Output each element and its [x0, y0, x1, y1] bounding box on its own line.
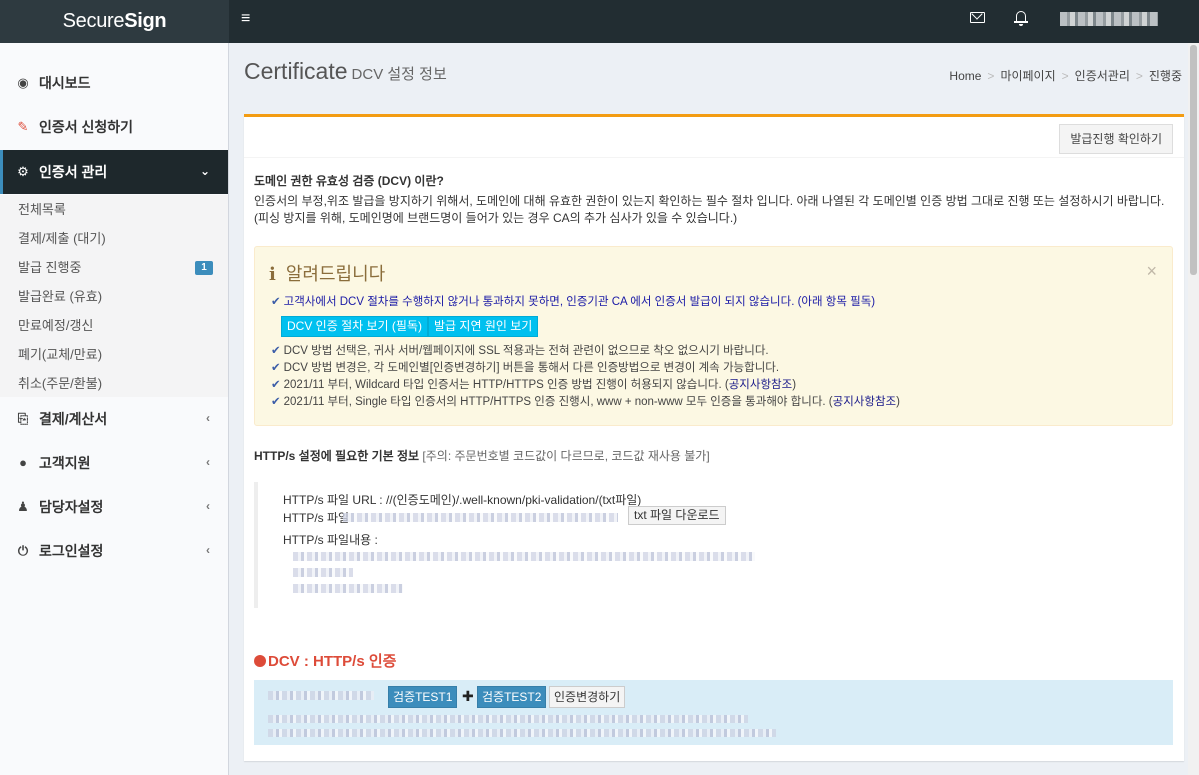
info-icon: i: [269, 264, 276, 285]
submenu-item-all[interactable]: 전체목록: [18, 202, 66, 218]
domain-dcv-row: 검증TEST1 ✚ 검증TEST2 인증변경하기: [254, 680, 1173, 745]
plus-icon: ✚: [462, 688, 474, 704]
sidebar-item-contacts[interactable]: ♟ 담당자설정 ‹: [0, 485, 228, 529]
check-icon: ✔: [271, 296, 281, 308]
scrollbar[interactable]: [1188, 43, 1199, 775]
file-name-label: HTTP/s 파일: [283, 511, 350, 525]
divider: [244, 157, 1184, 158]
sidebar-item-label: 인증서 관리: [39, 164, 108, 180]
breadcrumb-current: 진행중: [1148, 69, 1182, 83]
chevron-left-icon: ‹: [206, 411, 210, 425]
submenu-item-expiring[interactable]: 만료예정/갱신: [18, 318, 93, 334]
txt-download-button[interactable]: txt 파일 다운로드: [628, 506, 726, 525]
alert-line: ✔ DCV 방법 선택은, 귀사 서버/웹페이지에 SSL 적용과는 전혀 관련이…: [271, 345, 769, 357]
page-subtitle: DCV 설정 정보: [351, 66, 447, 83]
redacted-info: [268, 729, 776, 737]
sidebar-item-support[interactable]: ● 고객지원 ‹: [0, 441, 228, 485]
sidebar-item-label: 로그인설정: [39, 543, 104, 559]
globe-icon: [254, 655, 266, 667]
confirm-issuance-button[interactable]: 발급진행 확인하기: [1059, 124, 1173, 154]
breadcrumb-cert-management[interactable]: 인증서관리: [1075, 69, 1130, 83]
sidebar-submenu: 전체목록 결제/제출 (대기) 발급 진행중 1 발급완료 (유효) 만료예정/…: [0, 195, 228, 397]
chevron-left-icon: ‹: [206, 543, 210, 557]
sidebar-item-label: 결제/계산서: [39, 411, 108, 427]
comments-icon: ●: [19, 455, 27, 470]
submenu-item-revoked[interactable]: 폐기(교체/만료): [18, 347, 102, 363]
submenu-item-issuing[interactable]: 발급 진행중: [18, 260, 81, 276]
content-box: 발급진행 확인하기 도메인 권한 유효성 검증 (DCV) 이란? 인증서의 부…: [244, 114, 1184, 761]
menu-toggle-icon[interactable]: ≡: [241, 10, 250, 28]
sidebar-item-label: 인증서 신청하기: [39, 119, 134, 135]
breadcrumb-home[interactable]: Home: [949, 69, 981, 83]
alert-line: ✔ 고객사에서 DCV 절차를 수행하지 않거나 통과하지 못하면, 인증기관 C…: [271, 296, 876, 308]
scrollbar-thumb[interactable]: [1190, 45, 1197, 275]
sidebar-item-apply-certificate[interactable]: ✎ 인증서 신청하기: [0, 105, 228, 149]
alert-line: ✔ 2021/11 부터, Wildcard 타입 인증서는 HTTP/HTTPS…: [271, 379, 797, 391]
delay-reason-button[interactable]: 발급 지연 원인 보기: [428, 316, 539, 337]
http-info-title: HTTP/s 설정에 필요한 기본 정보 [주의: 주문번호별 코드값이 다르므…: [254, 449, 710, 463]
power-icon: ⏻: [17, 543, 29, 558]
redacted-domain: [268, 691, 374, 700]
http-info-block: HTTP/s 파일 URL : //(인증도메인)/.well-known/pk…: [254, 482, 1173, 608]
check-icon: ✔: [271, 362, 281, 374]
notice-link[interactable]: 공지사항참조: [729, 379, 792, 391]
dcv-heading: 도메인 권한 유효성 검증 (DCV) 이란?: [254, 174, 444, 188]
users-icon: ♟: [17, 499, 29, 514]
alert-line: ✔ 2021/11 부터, Single 타입 인증서의 HTTP/HTTPS 인…: [271, 396, 900, 408]
chevron-left-icon: ‹: [206, 455, 210, 469]
submenu-item-issued[interactable]: 발급완료 (유효): [18, 289, 102, 305]
dcv-method-title: DCV : HTTP/s 인증: [254, 650, 396, 671]
top-navbar: SecureSign ≡: [0, 0, 1199, 43]
sidebar-item-dashboard[interactable]: ◉ 대시보드: [0, 61, 228, 105]
submenu-item-payment-pending[interactable]: 결제/제출 (대기): [18, 231, 106, 247]
verify-test1-button[interactable]: 검증TEST1: [388, 686, 458, 708]
breadcrumb: Home > 마이페이지 > 인증서관리 > 진행중: [949, 69, 1182, 83]
redacted-file-name: [343, 513, 618, 522]
page-title: Certificate DCV 설정 정보: [244, 58, 447, 84]
check-icon: ✔: [271, 379, 281, 391]
alert-line: ✔ DCV 방법 변경은, 각 도메인별[인증변경하기] 버튼을 통해서 다른 인…: [271, 362, 780, 374]
close-icon[interactable]: ×: [1146, 261, 1157, 282]
file-content-label: HTTP/s 파일내용 :: [283, 533, 378, 547]
sidebar: ◉ 대시보드 ✎ 인증서 신청하기 ⚙ 인증서 관리 ⌄ 전체목록 결제/제출 …: [0, 43, 229, 775]
sidebar-item-billing[interactable]: ⎘ 결제/계산서 ‹: [0, 397, 228, 441]
dcv-procedure-button[interactable]: DCV 인증 절차 보기 (필독): [281, 316, 428, 337]
edit-icon: ✎: [17, 119, 29, 134]
count-badge: 1: [195, 261, 213, 275]
alert-title: i 알려드립니다: [269, 264, 386, 285]
sidebar-item-label: 담당자설정: [39, 499, 104, 515]
notice-link[interactable]: 공지사항참조: [833, 396, 896, 408]
sidebar-item-label: 고객지원: [39, 455, 91, 471]
dcv-description: 인증서의 부정,위조 발급을 방지하기 위해서, 도메인에 대해 유효한 권한이…: [254, 194, 1165, 225]
notice-alert: i 알려드립니다 × ✔ 고객사에서 DCV 절차를 수행하지 않거나 통과하지 못…: [254, 246, 1173, 426]
sidebar-item-label: 대시보드: [39, 75, 91, 91]
check-icon: ✔: [271, 396, 281, 408]
user-menu[interactable]: [1060, 12, 1158, 26]
verify-test2-button[interactable]: 검증TEST2: [477, 686, 547, 708]
chevron-left-icon: ‹: [206, 499, 210, 513]
redacted-content: [293, 568, 353, 577]
tachometer-icon: ◉: [17, 75, 29, 90]
submenu-item-cancelled[interactable]: 취소(주문/환불): [18, 376, 102, 392]
envelope-icon[interactable]: [970, 12, 985, 23]
redacted-content: [293, 552, 755, 561]
sidebar-item-certificate-management[interactable]: ⚙ 인증서 관리 ⌄: [0, 150, 228, 194]
cogs-icon: ⚙: [17, 164, 29, 179]
breadcrumb-mypage[interactable]: 마이페이지: [1000, 69, 1055, 83]
redacted-content: [293, 584, 403, 593]
http-info-note: [주의: 주문번호별 코드값이 다르므로, 코드값 재사용 불가]: [422, 449, 710, 463]
chevron-down-icon: ⌄: [199, 164, 210, 178]
receipt-icon: ⎘: [17, 411, 29, 426]
check-icon: ✔: [271, 345, 281, 357]
bell-icon[interactable]: [1014, 10, 1028, 26]
sidebar-item-login-settings[interactable]: ⏻ 로그인설정 ‹: [0, 529, 228, 573]
redacted-info: [268, 715, 748, 723]
brand-logo[interactable]: SecureSign: [0, 0, 229, 43]
file-url-text: HTTP/s 파일 URL : //(인증도메인)/.well-known/pk…: [283, 493, 642, 507]
change-method-button[interactable]: 인증변경하기: [549, 686, 626, 708]
